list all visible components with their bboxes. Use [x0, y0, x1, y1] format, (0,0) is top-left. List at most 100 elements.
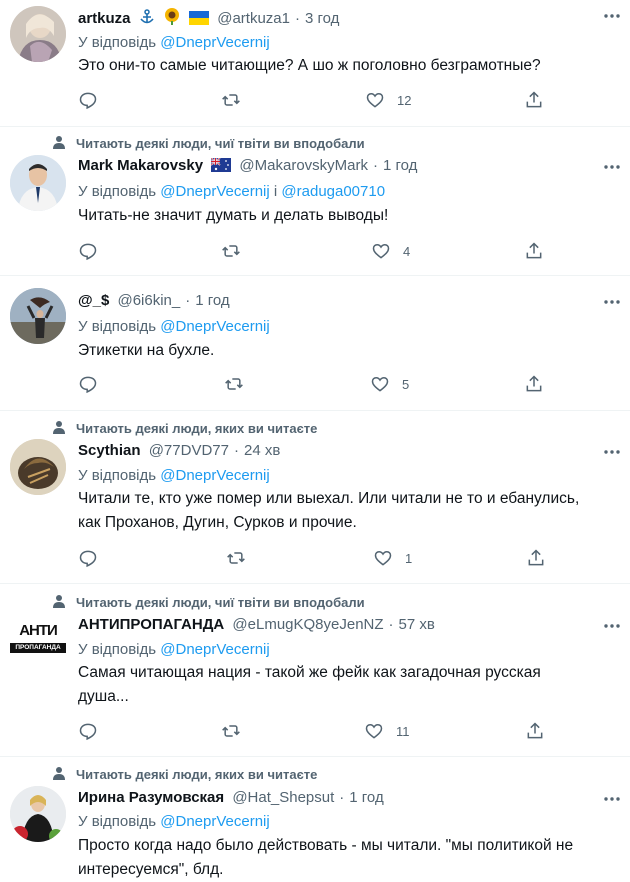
action-bar: 4: [78, 240, 548, 262]
reply-icon: [79, 550, 97, 568]
author-name[interactable]: АНТИПРОПАГАНДА: [78, 616, 224, 633]
mention-link[interactable]: @DneprVecernij: [160, 813, 269, 830]
retweet-button[interactable]: [224, 373, 244, 395]
reply-context: У відповідь @DneprVecernij: [78, 318, 270, 335]
more-options-icon[interactable]: [602, 442, 622, 462]
mention-link[interactable]: @DneprVecernij: [160, 641, 269, 658]
social-context: Читають деякі люди, чиї твіти ви вподоба…: [53, 595, 365, 610]
more-options-icon[interactable]: [602, 789, 622, 809]
share-button[interactable]: [525, 720, 545, 742]
reply-button[interactable]: [78, 720, 98, 742]
mention-link[interactable]: @DneprVecernij: [160, 467, 269, 484]
tweet[interactable]: Читають деякі люди, чиї твіти ви вподоба…: [0, 127, 630, 276]
social-context-text: Читають деякі люди, чиї твіти ви вподоба…: [76, 595, 365, 610]
mention-link[interactable]: @raduga00710: [281, 183, 385, 200]
action-bar: 5: [78, 373, 548, 395]
sunflower-icon: [163, 7, 181, 29]
mention-link[interactable]: @DneprVecernij: [160, 34, 269, 51]
tweet-text: Самая читающая нация - такой же фейк как…: [78, 661, 630, 709]
timestamp[interactable]: 3 год: [305, 10, 339, 27]
author-handle[interactable]: @77DVD77: [149, 442, 229, 459]
like-button[interactable]: 5: [370, 373, 409, 395]
like-button[interactable]: 4: [371, 240, 410, 262]
timestamp[interactable]: 24 хв: [244, 442, 280, 459]
like-count: 4: [403, 243, 411, 259]
reply-button[interactable]: [78, 240, 98, 262]
reply-prefix: У відповідь: [78, 813, 157, 830]
tweet[interactable]: Читають деякі люди, яких ви читаєте Scyt…: [0, 411, 630, 584]
anchor-icon: [139, 9, 155, 29]
retweet-button[interactable]: [221, 720, 241, 742]
timestamp[interactable]: 1 год: [383, 157, 417, 174]
like-button[interactable]: 12: [365, 89, 411, 111]
separator-dot: ·: [185, 292, 191, 309]
timestamp[interactable]: 57 хв: [399, 616, 435, 633]
more-options-icon[interactable]: [602, 616, 622, 636]
tweet-text: Просто когда надо было действовать - мы …: [78, 834, 630, 882]
action-bar: 1: [78, 547, 548, 569]
like-count: 1: [405, 550, 413, 566]
reply-button[interactable]: [78, 547, 98, 569]
timestamp[interactable]: 1 год: [195, 292, 229, 309]
separator-dot: ·: [233, 442, 239, 459]
tweet[interactable]: Читають деякі люди, чиї твіти ви вподоба…: [0, 584, 630, 757]
social-context-text: Читають деякі люди, яких ви читаєте: [76, 421, 318, 436]
mention-link[interactable]: @DneprVecernij: [160, 318, 269, 335]
share-button[interactable]: [524, 373, 544, 395]
heart-icon: [371, 376, 389, 392]
author-name[interactable]: Mark Makarovsky: [78, 157, 203, 174]
heart-icon: [372, 243, 390, 259]
reply-prefix: У відповідь: [78, 34, 157, 51]
separator-dot: ·: [339, 789, 345, 806]
mention-link[interactable]: @DneprVecernij: [160, 183, 269, 200]
person-icon: [53, 595, 65, 608]
avatar[interactable]: [10, 6, 66, 62]
retweet-button[interactable]: [221, 240, 241, 262]
author-name[interactable]: artkuza: [78, 10, 131, 27]
retweet-button[interactable]: [221, 89, 241, 111]
author-handle[interactable]: @MakarovskyMark: [239, 157, 368, 174]
reply-context: У відповідь @DneprVecernij і @raduga0071…: [78, 183, 385, 200]
share-button[interactable]: [526, 547, 546, 569]
like-count: 11: [396, 723, 410, 739]
tweet-text: Читать-не значит думать и делать выводы!: [78, 204, 630, 228]
separator-dot: ·: [388, 616, 394, 633]
share-button[interactable]: [524, 240, 544, 262]
tweet-text-line: интересуемся", блд.: [78, 861, 224, 878]
author-name[interactable]: Scythian: [78, 442, 141, 459]
reply-icon: [79, 723, 97, 741]
tweet-text-line: Просто когда надо было действовать - мы …: [78, 837, 574, 854]
avatar-logo-top: АНТИ: [19, 622, 58, 639]
australia-flag-icon: [210, 157, 232, 176]
tweet[interactable]: @_$ @6i6kin_ · 1 год У відповідь @DneprVec…: [0, 276, 630, 411]
avatar[interactable]: [10, 288, 66, 344]
reply-prefix: У відповідь: [78, 318, 157, 335]
author-name[interactable]: Ирина Разумовская: [78, 789, 224, 806]
more-options-icon[interactable]: [602, 6, 622, 26]
avatar[interactable]: [10, 439, 66, 495]
reply-context: У відповідь @DneprVecernij: [78, 34, 270, 51]
more-options-icon[interactable]: [602, 292, 622, 312]
author-handle[interactable]: @artkuza1: [217, 10, 290, 27]
author-handle[interactable]: @6i6kin_: [117, 292, 180, 309]
like-button[interactable]: 1: [373, 547, 412, 569]
avatar[interactable]: АНТИ ПРОПАГАНДА: [10, 614, 66, 670]
like-button[interactable]: 11: [364, 720, 410, 742]
author-handle[interactable]: @eLmugKQ8yeJenNZ: [232, 616, 383, 633]
share-icon: [526, 242, 542, 259]
author-name[interactable]: @_$: [78, 292, 109, 309]
tweet-text: Этикетки на бухле.: [78, 339, 630, 363]
avatar[interactable]: [10, 786, 66, 842]
retweet-button[interactable]: [226, 547, 246, 569]
reply-button[interactable]: [78, 89, 98, 111]
more-options-icon[interactable]: [602, 157, 622, 177]
timestamp[interactable]: 1 год: [349, 789, 383, 806]
tweet[interactable]: Читають деякі люди, яких ви читаєте Ирин…: [0, 757, 630, 882]
avatar[interactable]: [10, 155, 66, 211]
share-button[interactable]: [524, 89, 544, 111]
tweet[interactable]: artkuza @artkuza1 · 3 год У відповідь @Dne…: [0, 0, 630, 127]
share-icon: [527, 722, 543, 739]
author-handle[interactable]: @Hat_Shepsut: [232, 789, 334, 806]
reply-button[interactable]: [78, 373, 98, 395]
tweet-text-line: Самая читающая нация - такой же фейк как…: [78, 664, 541, 681]
